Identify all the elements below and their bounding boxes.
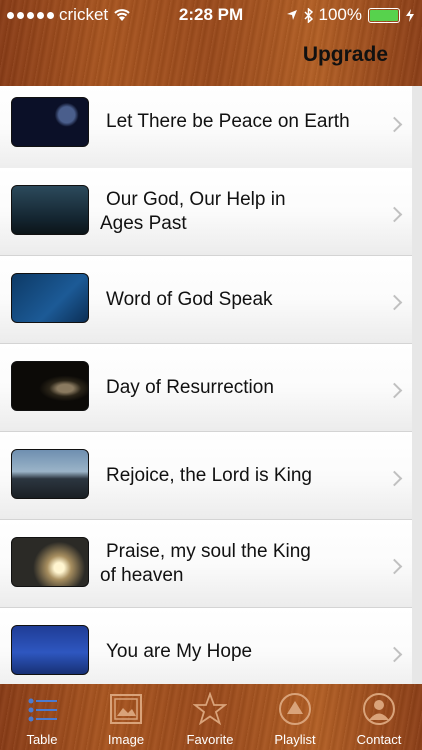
song-title: Praise, my soul the King [106, 541, 311, 562]
chevron-right-icon [386, 470, 403, 487]
tab-label: Playlist [274, 732, 316, 747]
song-thumbnail [11, 97, 89, 147]
song-title-line2: of heaven [100, 565, 184, 586]
chevron-right-icon [386, 116, 403, 133]
tab-label: Table [26, 732, 58, 747]
tab-favorite[interactable]: Favorite [168, 684, 252, 750]
status-bar: cricket 2:28 PM 100% [0, 0, 422, 30]
tab-label: Image [107, 732, 145, 747]
contact-icon [363, 693, 395, 725]
song-thumbnail [11, 449, 89, 499]
song-list[interactable]: Let There be Peace on Earth Our God, Our… [0, 86, 412, 684]
song-row[interactable]: You are My Hope [0, 608, 412, 684]
song-title: Rejoice, the Lord is King [106, 465, 312, 486]
chevron-right-icon [386, 206, 403, 223]
tab-bar: Table Image Favorite Playlist Contact [0, 684, 422, 750]
list-icon [28, 698, 57, 722]
song-row[interactable]: Let There be Peace on Earth [0, 86, 412, 174]
location-icon [286, 10, 297, 20]
image-icon [110, 694, 142, 724]
playlist-icon [279, 693, 311, 725]
song-thumbnail [11, 273, 89, 323]
song-thumbnail [11, 537, 89, 587]
song-row[interactable]: Day of Resurrection [0, 344, 412, 432]
song-title: You are My Hope [106, 641, 253, 662]
chevron-right-icon [386, 558, 403, 575]
song-thumbnail [11, 625, 89, 675]
star-icon [193, 692, 227, 726]
tab-image[interactable]: Image [84, 684, 168, 750]
bluetooth-icon [303, 7, 313, 23]
charging-icon [406, 8, 414, 22]
status-right: 100% [286, 5, 414, 25]
tab-label: Contact [356, 732, 402, 747]
tab-playlist[interactable]: Playlist [253, 684, 337, 750]
song-row[interactable]: Rejoice, the Lord is King [0, 432, 412, 520]
battery-percent: 100% [318, 5, 362, 24]
song-thumbnail [11, 185, 89, 235]
song-title: Let There be Peace on Earth [106, 111, 350, 132]
nav-header: cricket 2:28 PM 100% Upgrade [0, 0, 422, 86]
chevron-right-icon [386, 646, 403, 663]
song-title: Day of Resurrection [106, 377, 274, 398]
song-row[interactable]: Word of God Speak [0, 256, 412, 344]
chevron-right-icon [386, 382, 403, 399]
tab-table[interactable]: Table [0, 684, 84, 750]
scrollbar-track[interactable] [412, 86, 422, 684]
song-title: Our God, Our Help in [106, 189, 286, 210]
tab-label: Favorite [186, 732, 234, 747]
song-row[interactable]: Praise, my soul the King of heaven [0, 520, 412, 608]
song-title-line2: Ages Past [100, 213, 187, 234]
upgrade-button[interactable]: Upgrade [303, 43, 388, 67]
battery-icon [368, 7, 400, 23]
chevron-right-icon [386, 294, 403, 311]
tab-contact[interactable]: Contact [337, 684, 421, 750]
song-title: Word of God Speak [106, 289, 273, 310]
song-row[interactable]: Our God, Our Help in Ages Past [0, 168, 412, 256]
song-thumbnail [11, 361, 89, 411]
